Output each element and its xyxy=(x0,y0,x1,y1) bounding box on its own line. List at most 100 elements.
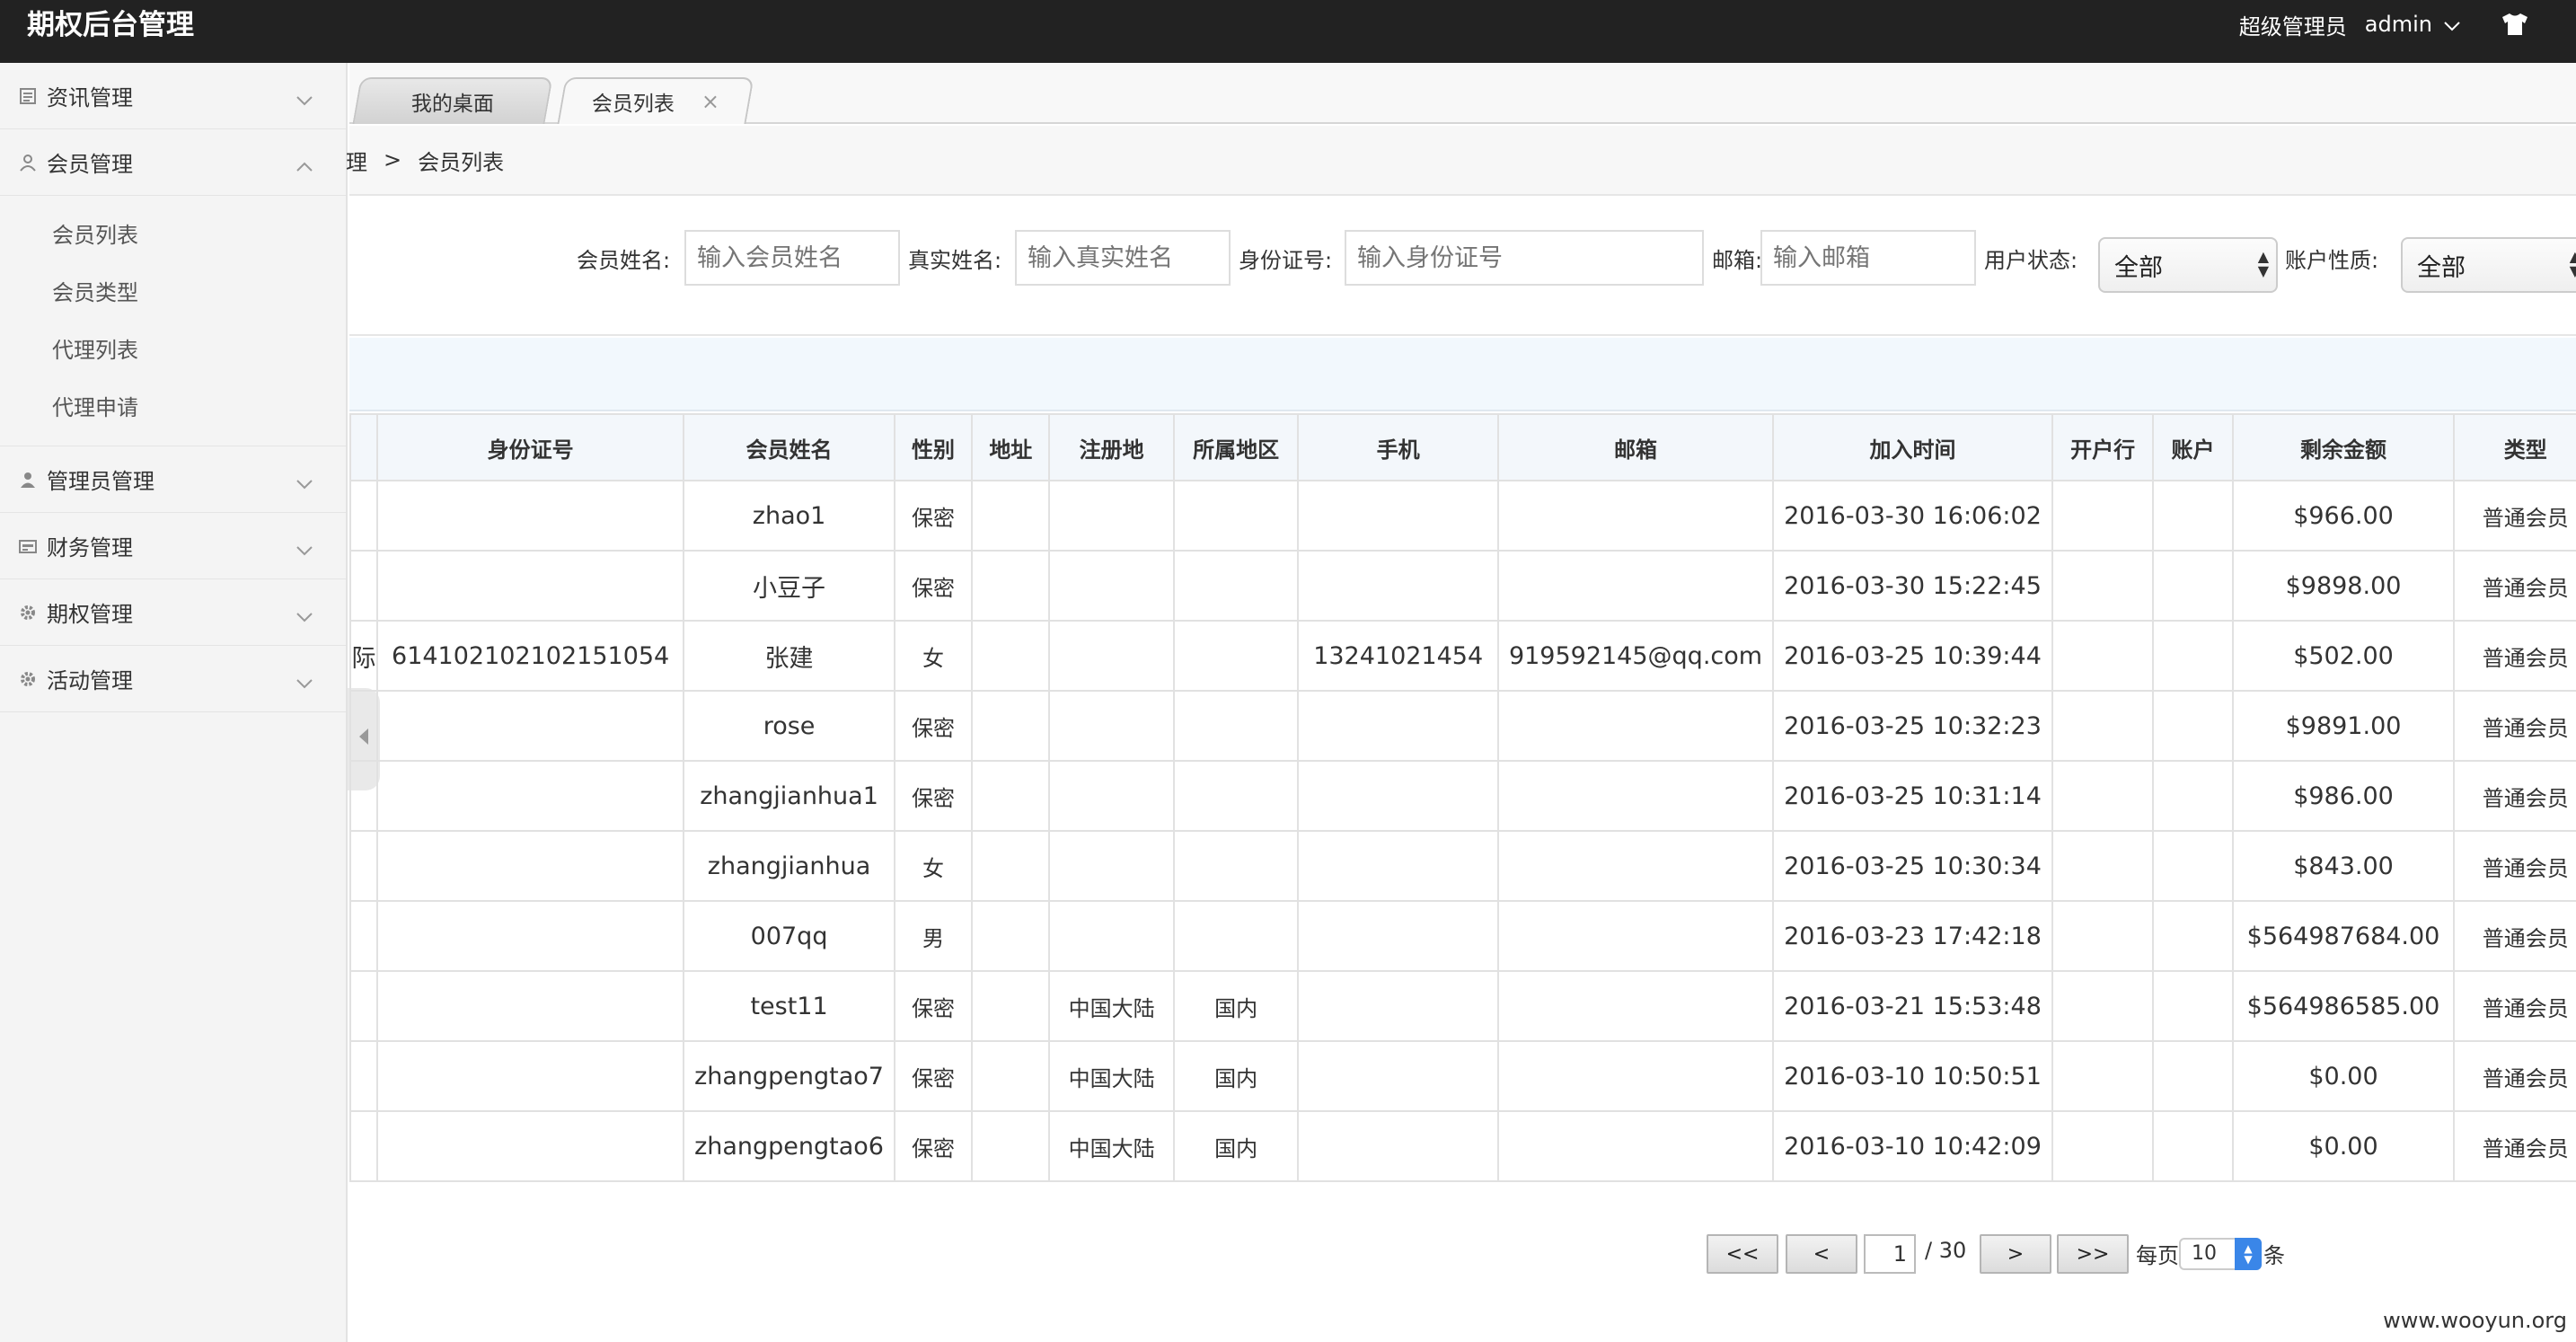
table-cell: 普通会员 xyxy=(2453,1110,2576,1182)
tab-label: 我的桌面 xyxy=(410,93,494,116)
table-cell xyxy=(1497,760,1774,832)
table-row[interactable]: zhangpengtao7 保密 中国大陆 国内 2016-03-10 10:50:51… xyxy=(349,1040,2576,1112)
page-number-input[interactable]: 1 xyxy=(1864,1234,1916,1274)
table-cell xyxy=(349,1040,379,1112)
skin-shirt-icon[interactable] xyxy=(2501,13,2529,36)
chevron-down-icon xyxy=(296,669,313,694)
table-cell xyxy=(349,900,379,972)
table-cell xyxy=(2152,830,2234,902)
email-input[interactable] xyxy=(1760,230,1976,286)
sidebar-subitem-agent-list[interactable]: 代理列表 xyxy=(0,322,346,379)
table-row[interactable]: 小豆子 保密 2016-03-30 15:22:45 $9898.00 普通会员 xyxy=(349,550,2576,622)
sidebar-subitem-member-type[interactable]: 会员类型 xyxy=(0,264,346,322)
account-type-value: 全部 xyxy=(2417,253,2466,282)
breadcrumb-parent[interactable]: 理 xyxy=(346,145,367,176)
sidebar-subitem-agent-apply[interactable]: 代理申请 xyxy=(0,379,346,437)
column-header: 加入时间 xyxy=(1772,413,2053,481)
table-cell xyxy=(1497,550,1774,622)
table-cell: 中国大陆 xyxy=(1048,970,1175,1042)
id-number-input[interactable] xyxy=(1345,230,1704,286)
table-cell xyxy=(1172,900,1300,972)
table-cell: 保密 xyxy=(893,1040,974,1112)
table-cell xyxy=(1048,900,1175,972)
gear-icon xyxy=(18,603,38,622)
table-cell xyxy=(2051,690,2155,762)
column-header: 注册地 xyxy=(1048,413,1175,481)
table-cell: 国内 xyxy=(1172,970,1300,1042)
table-cell: $966.00 xyxy=(2231,480,2456,552)
table-row[interactable]: zhangjianhua1 保密 2016-03-25 10:31:14 $986.0… xyxy=(349,760,2576,832)
close-icon[interactable]: × xyxy=(701,89,719,114)
table-cell: zhangpengtao6 xyxy=(683,1110,895,1182)
account-type-select[interactable]: 全部 ▲ ▼ xyxy=(2401,237,2576,293)
member-name-label: 会员姓名: xyxy=(577,248,671,273)
table-cell: $502.00 xyxy=(2231,620,2456,692)
column-header: 所属地区 xyxy=(1172,413,1300,481)
table-cell xyxy=(1297,480,1500,552)
sidebar-item-finance[interactable]: 财务管理 xyxy=(0,513,346,579)
real-name-input[interactable] xyxy=(1015,230,1231,286)
table-cell: 女 xyxy=(893,830,974,902)
table-row[interactable]: rose 保密 2016-03-25 10:32:23 $9891.00 普通会员 xyxy=(349,690,2576,762)
table-cell xyxy=(1048,480,1175,552)
tab-member-list[interactable]: 会员列表 × xyxy=(557,77,754,124)
table-cell: 2016-03-30 16:06:02 xyxy=(1772,480,2053,552)
table-cell xyxy=(349,830,379,902)
sidebar-item-label: 期权管理 xyxy=(47,602,133,627)
table-cell xyxy=(376,480,685,552)
table-cell xyxy=(1048,830,1175,902)
table-cell: $843.00 xyxy=(2231,830,2456,902)
prev-page-button[interactable]: < xyxy=(1786,1234,1857,1274)
table-cell: $9891.00 xyxy=(2231,690,2456,762)
table-cell xyxy=(971,970,1051,1042)
chevron-down-icon xyxy=(2443,12,2461,37)
first-page-button[interactable]: << xyxy=(1707,1234,1778,1274)
table-cell xyxy=(2051,900,2155,972)
table-cell: $986.00 xyxy=(2231,760,2456,832)
sidebar-item-activities[interactable]: 活动管理 xyxy=(0,646,346,712)
table-row[interactable]: zhangpengtao6 保密 中国大陆 国内 2016-03-10 10:42:09… xyxy=(349,1110,2576,1182)
table-cell xyxy=(2051,550,2155,622)
table-row[interactable]: zhao1 保密 2016-03-30 16:06:02 $966.00 普通会员 xyxy=(349,480,2576,552)
table-cell xyxy=(1297,550,1500,622)
table-row[interactable]: zhangjianhua 女 2016-03-25 10:30:34 $843.00 普… xyxy=(349,830,2576,902)
admin-icon xyxy=(18,470,38,490)
table-cell: 保密 xyxy=(893,970,974,1042)
member-name-input[interactable] xyxy=(684,230,900,286)
table-row[interactable]: 007qq 男 2016-03-23 17:42:18 $564987684.00 普通… xyxy=(349,900,2576,972)
sidebar-item-options[interactable]: 期权管理 xyxy=(0,579,346,646)
last-page-button[interactable]: >> xyxy=(2057,1234,2129,1274)
table-cell xyxy=(971,620,1051,692)
table-cell: 女 xyxy=(893,620,974,692)
per-page-select[interactable]: 10 ▲ ▼ xyxy=(2179,1238,2262,1270)
sidebar-item-admins[interactable]: 管理员管理 xyxy=(0,446,346,513)
table-cell xyxy=(1297,690,1500,762)
table-cell: 2016-03-10 10:42:09 xyxy=(1772,1110,2053,1182)
toolbar-strip xyxy=(349,338,2576,411)
finance-icon xyxy=(18,536,38,556)
table-cell xyxy=(349,970,379,1042)
column-header: 地址 xyxy=(971,413,1051,481)
user-status-select[interactable]: 全部 ▲ ▼ xyxy=(2098,237,2278,293)
user-status-label: 用户状态: xyxy=(1984,248,2078,273)
table-row[interactable]: test11 保密 中国大陆 国内 2016-03-21 15:53:48 $564986… xyxy=(349,970,2576,1042)
sidebar-subitem-member-list[interactable]: 会员列表 xyxy=(0,207,346,264)
id-number-label: 身份证号: xyxy=(1239,248,1333,273)
next-page-button[interactable]: > xyxy=(1980,1234,2051,1274)
sidebar-item-news[interactable]: 资讯管理 xyxy=(0,63,346,129)
chevron-down-icon xyxy=(296,470,313,495)
table-cell xyxy=(2152,1040,2234,1112)
column-header: 邮箱 xyxy=(1497,413,1774,481)
chevron-down-icon xyxy=(296,536,313,561)
account-type-label: 账户性质: xyxy=(2285,248,2379,273)
table-cell: 普通会员 xyxy=(2453,480,2576,552)
sidebar-item-members[interactable]: 会员管理 xyxy=(0,129,346,196)
table-row[interactable]: 际 614102102102151054 张建女 13241021454 9195921… xyxy=(349,620,2576,692)
tab-my-desktop[interactable]: 我的桌面 xyxy=(352,77,553,124)
table-cell xyxy=(1172,690,1300,762)
table-cell xyxy=(971,830,1051,902)
user-menu[interactable]: admin xyxy=(2365,12,2461,37)
table-cell xyxy=(1172,480,1300,552)
table-cell xyxy=(1297,970,1500,1042)
table-cell: 普通会员 xyxy=(2453,760,2576,832)
